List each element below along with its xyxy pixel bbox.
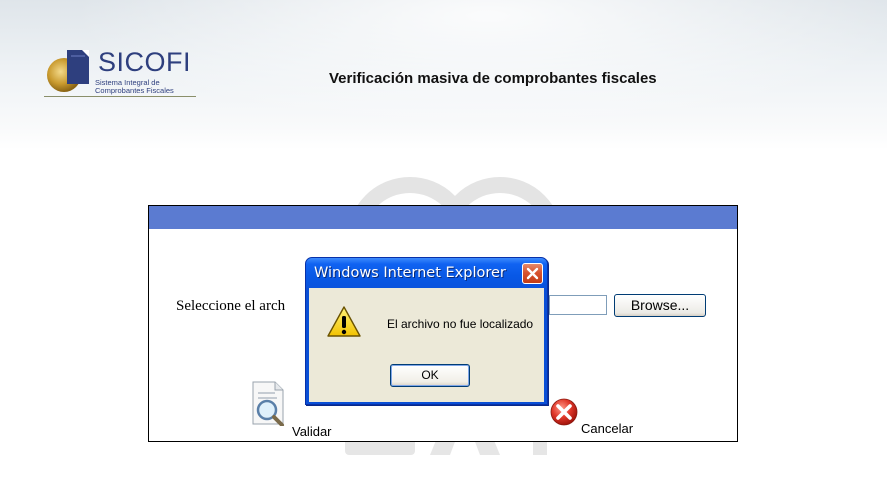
dialog-close-button[interactable] bbox=[522, 263, 543, 284]
logo-tagline: Sistema Integral de Comprobantes Fiscale… bbox=[95, 79, 174, 95]
alert-dialog: Windows Internet Explorer El archivo no … bbox=[305, 257, 548, 405]
logo-wordmark: SICOFI bbox=[98, 47, 192, 77]
validate-magnifier-icon bbox=[252, 381, 284, 426]
dialog-ok-button[interactable]: OK bbox=[390, 364, 470, 387]
cancel-label: Cancelar bbox=[581, 421, 634, 436]
logo-tagline-line2: Comprobantes Fiscales bbox=[95, 86, 174, 95]
file-path-input[interactable] bbox=[549, 295, 607, 315]
dialog-body: El archivo no fue localizado OK bbox=[309, 288, 544, 402]
logo-underline bbox=[44, 96, 196, 97]
panel-header-bar bbox=[149, 206, 737, 229]
validate-label: Validar bbox=[292, 424, 332, 439]
page-header: SICOFI Sistema Integral de Comprobantes … bbox=[0, 0, 887, 150]
file-select-label: Seleccione el arch bbox=[176, 298, 286, 314]
sicofi-logo-mark-icon bbox=[47, 50, 89, 92]
cancel-button[interactable]: Cancelar bbox=[549, 397, 659, 436]
dialog-titlebar[interactable]: Windows Internet Explorer bbox=[306, 258, 547, 288]
dialog-title: Windows Internet Explorer bbox=[314, 265, 506, 281]
dialog-message: El archivo no fue localizado bbox=[387, 317, 534, 331]
cancel-x-icon bbox=[550, 398, 578, 426]
warning-icon bbox=[327, 306, 361, 337]
browse-button[interactable]: Browse... bbox=[614, 294, 706, 317]
page-title: Verificación masiva de comprobantes fisc… bbox=[329, 70, 657, 87]
page: SICOFI Sistema Integral de Comprobantes … bbox=[0, 0, 887, 496]
sicofi-logo: SICOFI Sistema Integral de Comprobantes … bbox=[44, 46, 204, 102]
close-icon bbox=[526, 267, 539, 280]
